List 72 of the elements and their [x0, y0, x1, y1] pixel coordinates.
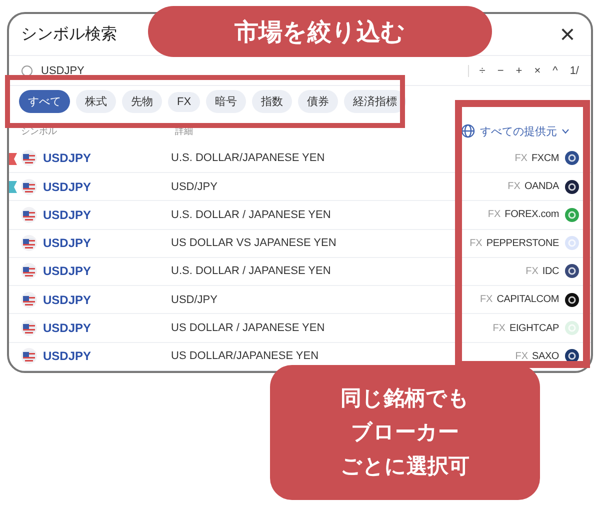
flag-icon — [21, 348, 37, 364]
symbol-text: USDJPY — [43, 264, 92, 278]
flag-icon — [21, 206, 37, 223]
provider-name: FXCM — [531, 152, 559, 164]
search-icon — [21, 64, 33, 77]
callout-text: ブローカー — [351, 420, 459, 446]
toolbar-symbol[interactable]: 1/ — [570, 64, 579, 77]
filter-chip[interactable]: すべて — [19, 90, 70, 114]
close-button[interactable]: × — [556, 21, 579, 48]
provider-name: SAXO — [532, 350, 559, 362]
provider-name: IDC — [542, 266, 559, 277]
description-text: U.S. DOLLAR / JAPANESE YEN — [171, 265, 332, 278]
symbol-row[interactable]: USDJPY U.S. DOLLAR/JAPANESE YEN FX FXCM — [9, 144, 591, 173]
exchange-type: FX — [515, 350, 528, 362]
description-text: US DOLLAR / JAPANESE YEN — [171, 322, 326, 334]
symbol-text: USDJPY — [43, 180, 92, 194]
exchange-type: FX — [488, 209, 501, 220]
symbol-row[interactable]: USDJPY USD/JPY FX OANDA — [9, 172, 591, 202]
flag-icon — [21, 150, 37, 166]
symbol-text: USDJPY — [43, 321, 92, 336]
filter-chip[interactable]: 暗号 — [206, 90, 246, 114]
exchange-type: FX — [470, 238, 482, 249]
flag-icon — [21, 292, 37, 308]
toolbar-symbol[interactable]: + — [516, 64, 522, 77]
description-text: U.S. DOLLAR / JAPANESE YEN — [171, 208, 332, 221]
symbol-text: USDJPY — [43, 236, 92, 250]
callout-text: ごとに選択可 — [340, 454, 470, 480]
filter-chip[interactable]: 先物 — [122, 90, 162, 114]
exchange-type: FX — [526, 266, 538, 277]
dialog-title: シンボル検索 — [21, 24, 117, 45]
description-text: U.S. DOLLAR/JAPANESE YEN — [171, 152, 326, 164]
symbol-text: USDJPY — [43, 292, 92, 307]
symbol-row[interactable]: USDJPY US DOLLAR / JAPANESE YEN FX EIGHTCAP — [9, 314, 591, 343]
callout-text: 市場を絞り込む — [234, 18, 406, 48]
filter-chip[interactable]: 債券 — [298, 90, 338, 114]
description-text: US DOLLAR VS JAPANESE YEN — [171, 237, 338, 250]
description-text: US DOLLAR/JAPANESE YEN — [171, 350, 320, 362]
symbol-text: USDJPY — [43, 349, 92, 364]
provider-name: EIGHTCAP — [509, 322, 559, 334]
symbol-row[interactable]: USDJPY USD/JPY FX CAPITALCOM — [9, 286, 591, 314]
exchange-type: FX — [480, 294, 493, 306]
filter-chip[interactable]: FX — [168, 92, 200, 112]
symbol-text: USDJPY — [43, 208, 92, 222]
globe-icon — [461, 124, 475, 138]
filter-chip[interactable]: 指数 — [252, 90, 292, 114]
chevron-icon — [562, 128, 569, 134]
symbol-row[interactable]: USDJPY U.S. DOLLAR / JAPANESE YEN FX IDC — [9, 258, 591, 286]
toolbar-symbol[interactable]: ÷ — [479, 64, 486, 77]
provider-name: CAPITALCOM — [496, 294, 559, 306]
source-filter[interactable]: すべての提供元 — [461, 124, 569, 138]
provider-name: PEPPERSTONE — [486, 238, 559, 249]
exchange-type: FX — [508, 181, 520, 192]
flag-icon — [21, 235, 37, 252]
toolbar-symbol[interactable]: ^ — [552, 64, 558, 77]
provider-name: FOREX.com — [504, 209, 559, 220]
symbol-text: USDJPY — [43, 151, 92, 166]
flag-icon — [21, 263, 37, 280]
provider-name: OANDA — [524, 181, 559, 192]
toolbar-symbol[interactable]: × — [534, 64, 541, 77]
flag-icon — [21, 320, 37, 336]
description-text: USD/JPY — [171, 294, 218, 306]
symbol-row[interactable]: USDJPY US DOLLAR VS JAPANESE YEN FX PEPPERSTONE — [9, 230, 591, 258]
description-text: USD/JPY — [171, 180, 218, 193]
filter-chip[interactable]: 経済指標 — [344, 90, 406, 114]
symbol-row[interactable]: USDJPY U.S. DOLLAR / JAPANESE YEN FX FOREX.com — [9, 201, 591, 230]
search-field[interactable]: USDJPY — [41, 64, 470, 77]
exchange-type: FX — [514, 152, 528, 164]
toolbar-symbol[interactable]: − — [497, 64, 504, 77]
exchange-type: FX — [492, 322, 506, 334]
callout-text: 同じ銘柄でも — [340, 386, 470, 412]
flag-icon — [21, 178, 37, 195]
filter-chip[interactable]: 株式 — [76, 90, 116, 114]
